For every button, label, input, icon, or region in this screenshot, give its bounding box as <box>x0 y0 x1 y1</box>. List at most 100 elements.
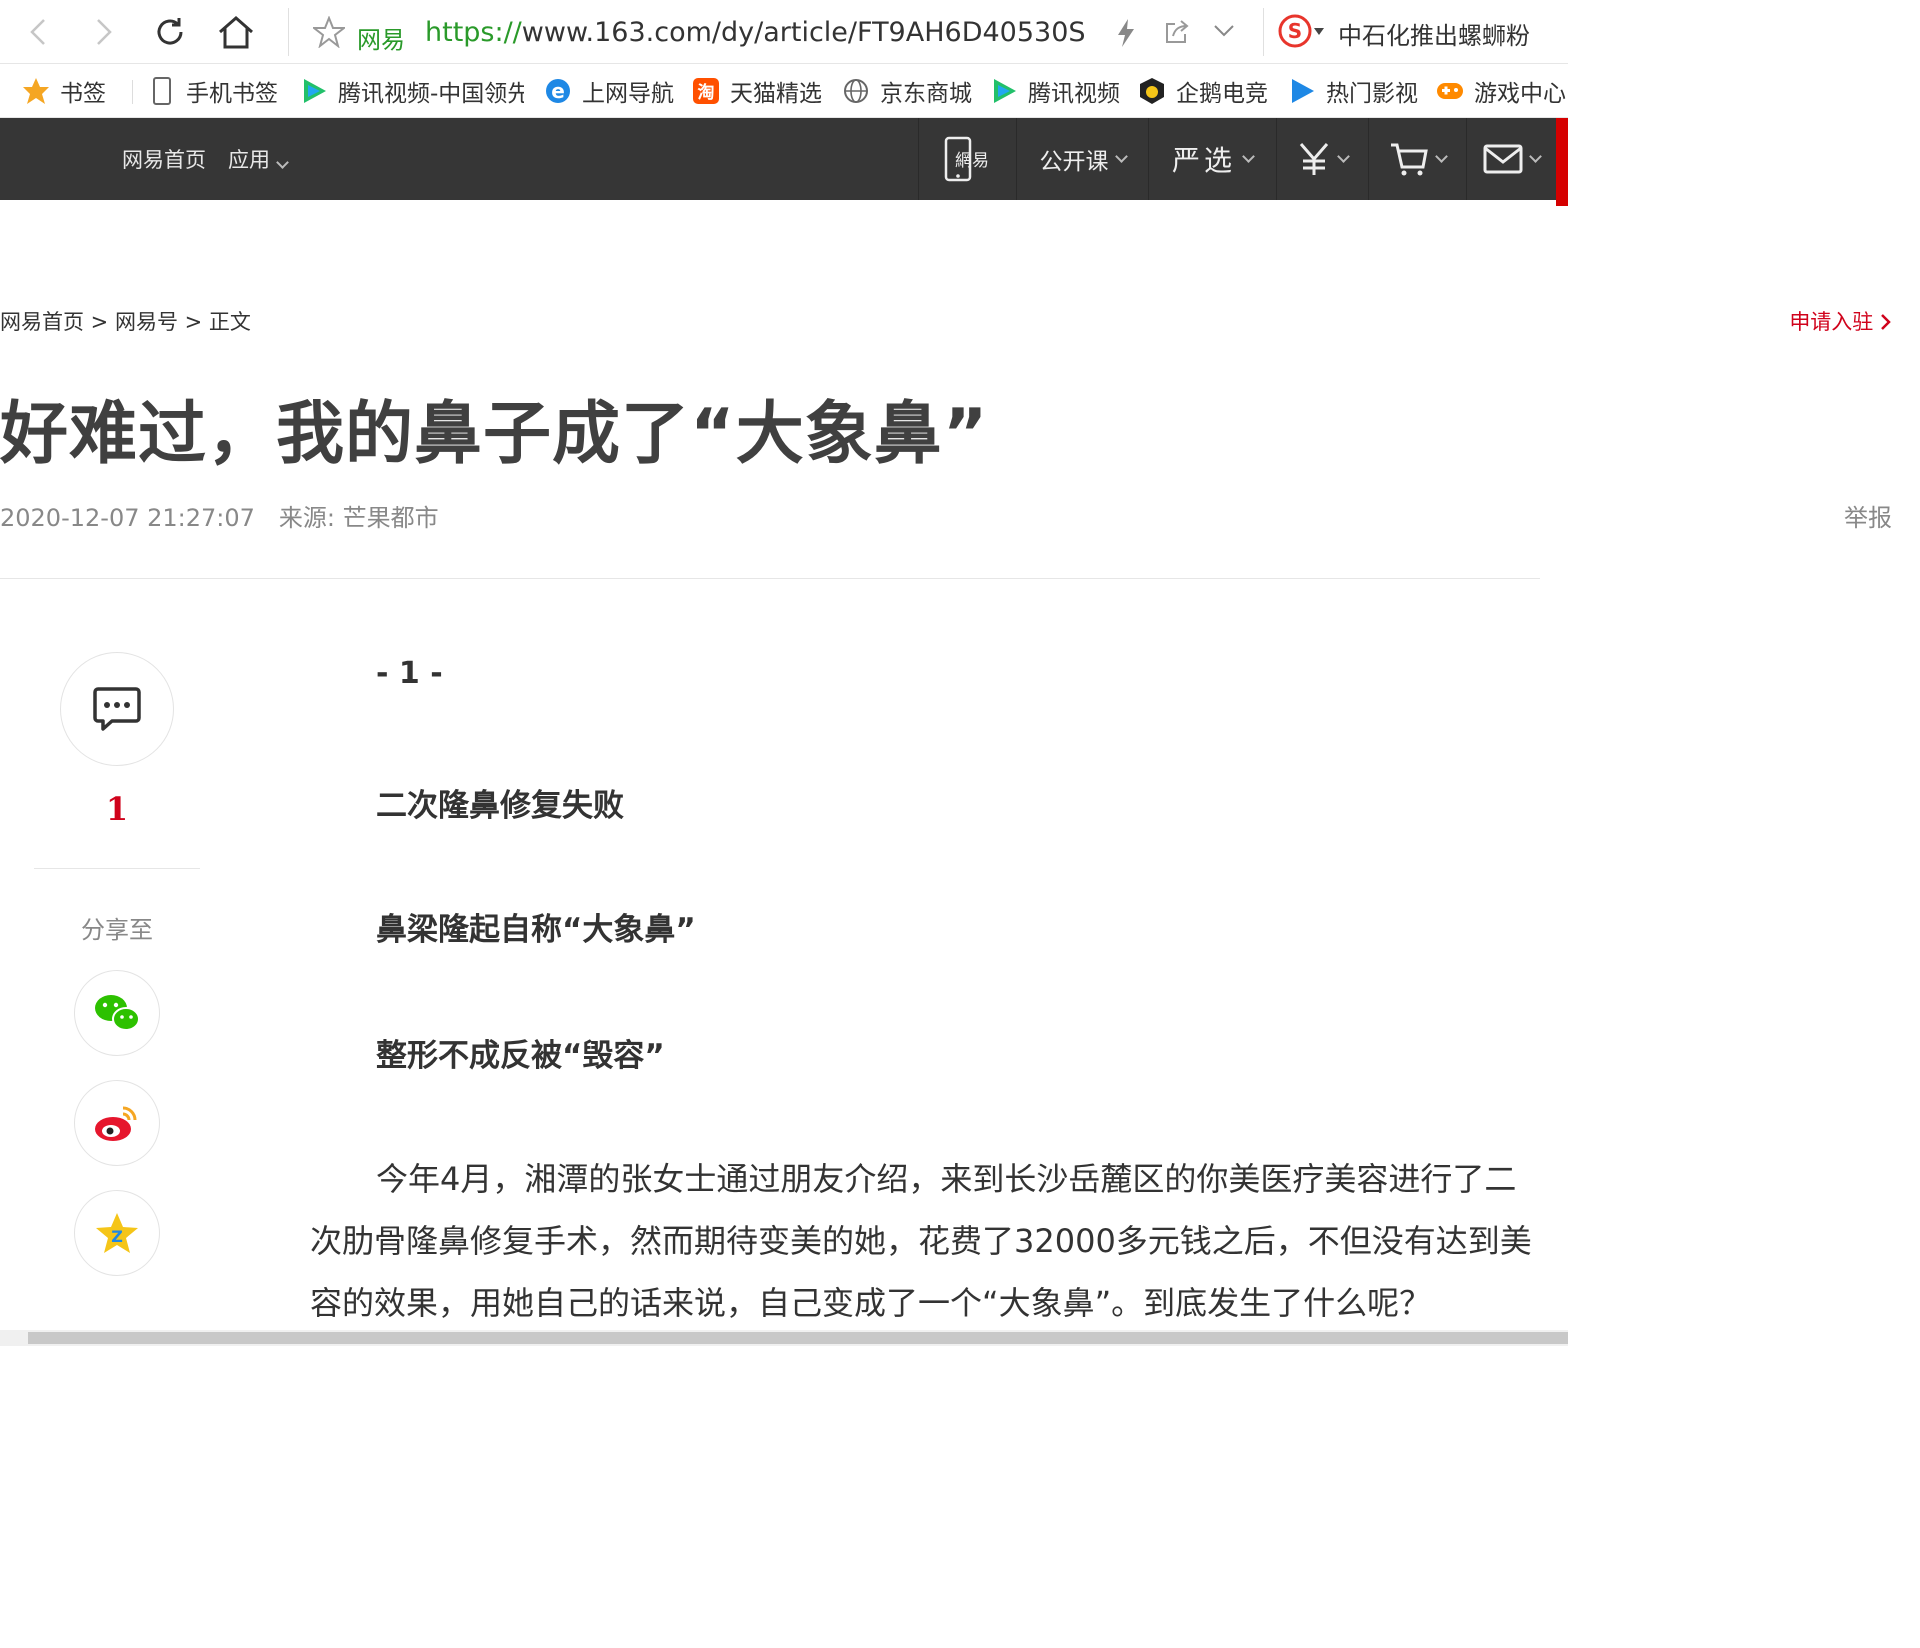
home-icon <box>219 16 253 49</box>
publish-time: 2020-12-07 21:27:07 <box>0 504 255 532</box>
yen-icon <box>1299 143 1329 175</box>
chevron-down-icon[interactable] <box>1213 24 1235 38</box>
chevron-left-icon <box>30 19 45 45</box>
chevron-down-icon <box>1114 150 1128 163</box>
nav-apps-menu[interactable]: 应用 <box>228 144 289 174</box>
address-bar[interactable]: 网易 https://www.163.com/dy/article/FT9AH6… <box>288 8 1264 56</box>
bookmark-item[interactable]: 热门影视 <box>1288 76 1424 106</box>
chevron-down-icon <box>1337 150 1350 163</box>
play-icon <box>1288 77 1316 105</box>
nav-finance[interactable] <box>1276 118 1368 200</box>
gamepad-icon <box>1436 77 1464 105</box>
divider <box>132 80 133 104</box>
ie-icon: e <box>544 77 572 105</box>
comment-count[interactable]: 1 <box>60 790 174 828</box>
bookmark-item[interactable]: 京东商城 <box>842 76 978 106</box>
nav-cart[interactable] <box>1368 118 1466 200</box>
bookmark-item[interactable]: 游戏中心 <box>1436 76 1568 106</box>
lightning-icon[interactable] <box>1115 18 1137 48</box>
svg-text:Z: Z <box>111 1227 123 1246</box>
subheading: 整形不成反被“毁容” <box>376 1038 665 1074</box>
wechat-icon <box>95 995 140 1031</box>
bookmark-item[interactable]: 腾讯视频-中国领先 <box>300 76 524 106</box>
breadcrumb[interactable]: 网易首页 > 网易号 > 正文 <box>0 306 251 336</box>
bookmark-item[interactable]: 书签 <box>22 76 122 106</box>
share-wechat-button[interactable] <box>74 970 160 1056</box>
penguin-esports-icon <box>1138 77 1166 105</box>
share-icon[interactable] <box>1163 18 1191 46</box>
comment-icon <box>93 687 141 731</box>
report-link[interactable]: 举报 <box>1844 498 1892 533</box>
bookmark-label: 京东商城 <box>880 81 972 106</box>
subheading: 二次隆鼻修复失败 <box>376 788 624 824</box>
bookmark-label: 书签 <box>60 81 106 106</box>
tencent-video-icon <box>990 77 1018 105</box>
chevron-down-icon <box>276 156 289 169</box>
article-source[interactable]: 来源: 芒果都市 <box>279 504 439 532</box>
mobile-netease-icon: 網易 <box>944 136 989 182</box>
article-paragraph: 今年4月，湘潭的张女士通过朋友介绍，来到长沙岳麓区的你美医疗美容进行了二次肋骨隆… <box>310 1160 1532 1322</box>
forward-button[interactable] <box>82 10 126 54</box>
bookmark-label: 手机书签 <box>186 81 278 106</box>
nav-label: 公开课 <box>1039 149 1109 175</box>
bookmark-label: 游戏中心 <box>1474 81 1566 106</box>
chevron-right-icon <box>97 19 112 45</box>
browser-toolbar: 网易 https://www.163.com/dy/article/FT9AH6… <box>0 0 1568 64</box>
nav-home-link[interactable]: 网易首页 <box>122 144 206 174</box>
reload-button[interactable] <box>148 10 192 54</box>
bookmark-star-icon[interactable] <box>313 16 345 48</box>
reload-icon <box>157 18 183 45</box>
tencent-video-icon <box>300 77 328 105</box>
bookmark-label: 腾讯视频-中国领先 <box>338 81 524 106</box>
svg-text:網易: 網易 <box>955 151 989 171</box>
apply-join-link[interactable]: 申请入驻 <box>1789 306 1892 336</box>
scrollbar-thumb[interactable] <box>28 1332 1568 1344</box>
bookmark-item[interactable]: 腾讯视频 <box>990 76 1126 106</box>
globe-icon <box>842 77 870 105</box>
home-button[interactable] <box>214 10 258 54</box>
share-label: 分享至 <box>81 916 153 944</box>
chevron-down-icon <box>1242 150 1255 163</box>
nav-mobile-app[interactable]: 網易 <box>918 118 1016 200</box>
site-identity-label: 网易 <box>357 26 405 54</box>
url-text[interactable]: https://www.163.com/dy/article/FT9AH6D40… <box>425 18 1085 48</box>
bookmark-item[interactable]: e 上网导航 <box>544 76 680 106</box>
chevron-down-icon <box>1435 150 1448 163</box>
sogou-search-icon[interactable]: S <box>1278 14 1312 48</box>
bookmarks-bar: 书签 手机书签 腾讯视频-中国领先 e 上网导航 淘 天猫精选 京东商城 腾讯视… <box>0 64 1568 118</box>
subheading: 鼻梁隆起自称“大象鼻” <box>376 912 696 948</box>
comment-button[interactable] <box>60 652 174 766</box>
taobao-icon: 淘 <box>692 77 720 105</box>
qzone-icon: Z <box>96 1213 138 1253</box>
svg-text:S: S <box>1288 19 1302 43</box>
divider <box>34 868 200 869</box>
nav-mail[interactable] <box>1466 118 1556 200</box>
article-title: 好难过，我的鼻子成了“大象鼻” <box>0 395 989 474</box>
nav-yanxuan[interactable]: 严选 <box>1148 118 1276 200</box>
bookmark-item[interactable]: 淘 天猫精选 <box>692 76 828 106</box>
bookmark-item[interactable]: 企鹅电竞 <box>1138 76 1274 106</box>
bookmark-label: 天猫精选 <box>730 81 822 106</box>
article-meta: 2020-12-07 21:27:07 来源: 芒果都市 <box>0 498 439 533</box>
nav-open-course[interactable]: 公开课 <box>1016 118 1148 200</box>
share-qzone-button[interactable]: Z <box>74 1190 160 1276</box>
phone-icon <box>148 77 176 105</box>
bookmark-label: 上网导航 <box>582 81 674 106</box>
accent-edge <box>1556 118 1568 206</box>
back-button[interactable] <box>16 10 60 54</box>
search-suggestion[interactable]: 中石化推出螺蛳粉 <box>1338 16 1530 51</box>
chevron-down-icon <box>1529 150 1542 163</box>
nav-label: 严选 <box>1171 144 1236 177</box>
svg-text:淘: 淘 <box>698 82 715 103</box>
bookmark-label: 企鹅电竞 <box>1176 81 1268 106</box>
caret-down-icon[interactable] <box>1314 28 1324 36</box>
cart-icon <box>1391 143 1428 176</box>
svg-text:e: e <box>551 79 565 103</box>
share-weibo-button[interactable] <box>74 1080 160 1166</box>
bookmark-item[interactable]: 手机书签 <box>148 76 288 106</box>
section-number: - 1 - <box>376 656 443 691</box>
chevron-right-icon <box>1881 314 1891 330</box>
bookmark-label: 腾讯视频 <box>1028 81 1120 106</box>
horizontal-scrollbar[interactable] <box>0 1330 1568 1346</box>
star-icon <box>22 77 50 105</box>
